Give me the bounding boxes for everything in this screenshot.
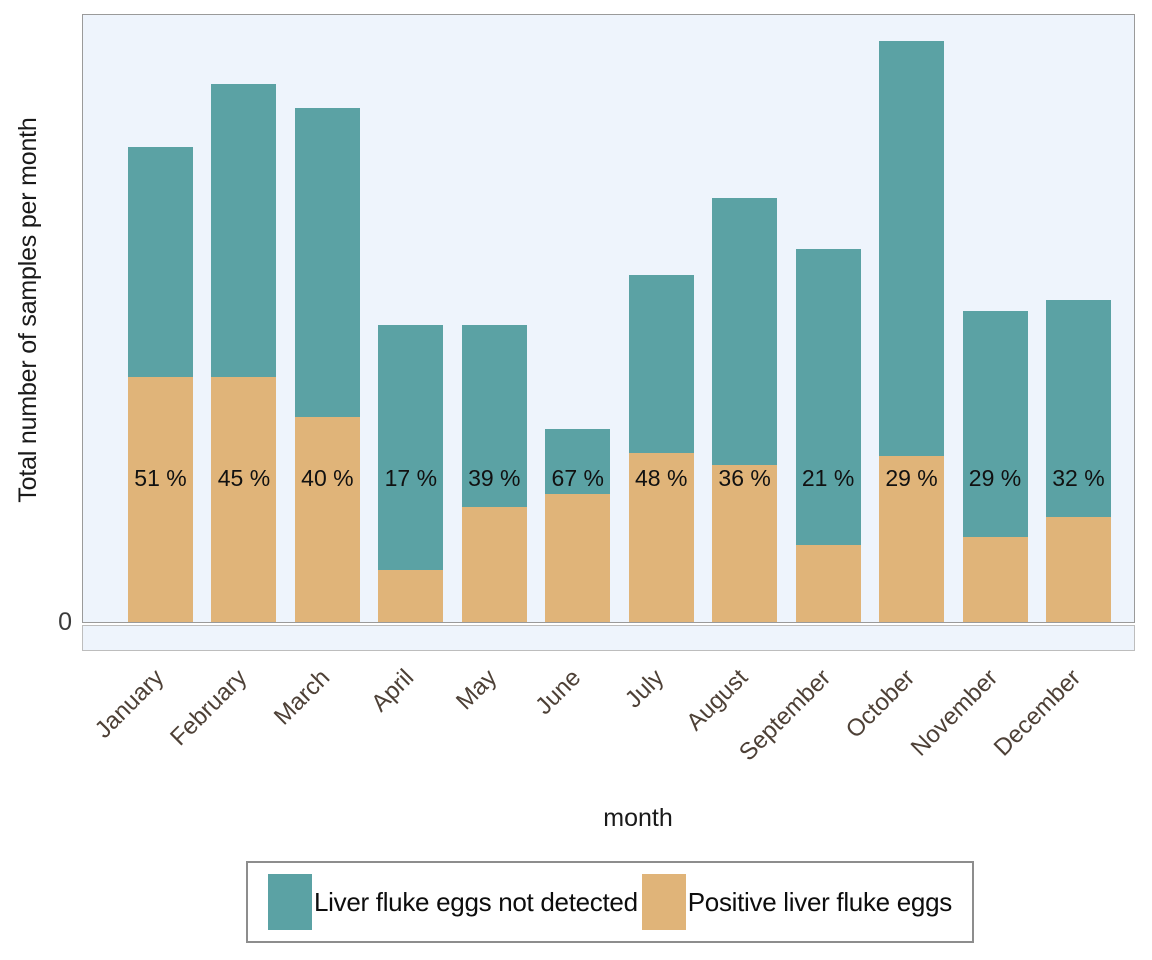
bar-segment-positive [545, 494, 611, 622]
bar-november[interactable]: 29 % [962, 311, 1028, 622]
x-tick-november: November [905, 664, 1004, 762]
bar-segment-positive [879, 456, 945, 622]
bar-april[interactable]: 17 % [378, 325, 444, 622]
bar-segment-not-detected [378, 325, 444, 570]
stacked-bar-chart: Total number of samples per month 0 51 %… [0, 0, 1152, 960]
bar-segment-not-detected [795, 249, 861, 545]
x-tick-december: December [989, 664, 1087, 762]
bar-december[interactable]: 32 % [1045, 300, 1111, 622]
bar-segment-positive [712, 465, 778, 622]
x-tick-april: April [365, 664, 420, 718]
bar-segment-not-detected [712, 198, 778, 465]
bar-june[interactable]: 67 % [545, 429, 611, 622]
bar-segment-not-detected [545, 429, 611, 494]
bar-segment-not-detected [461, 325, 527, 507]
x-axis-strip [82, 625, 1135, 651]
y-axis-title: Total number of samples per month [13, 117, 42, 503]
plot-panel: 51 % 45 % 40 % 17 % 39 % 67 % 48 % 36 % 21 % 29 %… [82, 14, 1135, 623]
bar-segment-positive [628, 453, 694, 622]
legend-swatch-positive [641, 874, 686, 930]
x-tick-february: February [165, 664, 253, 752]
bar-march[interactable]: 40 % [294, 108, 360, 622]
bar-segment-positive [1045, 517, 1111, 622]
x-tick-june: June [530, 664, 586, 720]
bar-segment-not-detected [211, 84, 277, 377]
bar-segment-positive [962, 537, 1028, 622]
legend-swatch-not-detected [268, 874, 312, 930]
legend-label-positive: Positive liver fluke eggs [687, 886, 952, 917]
x-axis-title: month [603, 804, 673, 832]
legend-item-not-detected[interactable]: Liver fluke eggs not detected [268, 874, 638, 930]
x-tick-october: October [840, 664, 920, 744]
x-tick-march: March [269, 664, 336, 731]
bar-segment-positive [461, 507, 527, 622]
legend-label-not-detected: Liver fluke eggs not detected [314, 886, 638, 917]
bar-segment-not-detected [128, 147, 193, 377]
bar-segment-not-detected [879, 41, 945, 456]
bar-august[interactable]: 36 % [712, 198, 778, 622]
legend: Liver fluke eggs not detected Positive l… [246, 861, 974, 943]
bar-february[interactable]: 45 % [211, 84, 277, 622]
bar-july[interactable]: 48 % [628, 275, 694, 622]
y-axis-tick-label-0: 0 [58, 608, 72, 636]
bar-segment-positive [294, 417, 360, 622]
x-tick-may: May [451, 664, 503, 716]
bar-segment-positive [211, 377, 277, 622]
legend-item-positive[interactable]: Positive liver fluke eggs [641, 874, 952, 930]
bar-segment-not-detected [962, 311, 1028, 537]
x-tick-september: September [734, 664, 837, 767]
bars-layer: 51 % 45 % 40 % 17 % 39 % 67 % 48 % 36 % 21 % 29 %… [83, 15, 1134, 622]
bar-segment-positive [378, 570, 444, 622]
bar-segment-positive [795, 545, 861, 622]
bar-october[interactable]: 29 % [879, 41, 945, 622]
bar-segment-positive [128, 377, 193, 622]
x-tick-august: August [680, 664, 753, 737]
bar-segment-not-detected [1045, 300, 1111, 517]
bar-segment-not-detected [294, 108, 360, 417]
bar-january[interactable]: 51 % [128, 147, 193, 622]
bar-segment-not-detected [628, 275, 694, 453]
bar-september[interactable]: 21 % [795, 249, 861, 622]
x-tick-july: July [620, 664, 670, 714]
bar-may[interactable]: 39 % [461, 325, 527, 622]
x-tick-january: January [89, 664, 169, 744]
